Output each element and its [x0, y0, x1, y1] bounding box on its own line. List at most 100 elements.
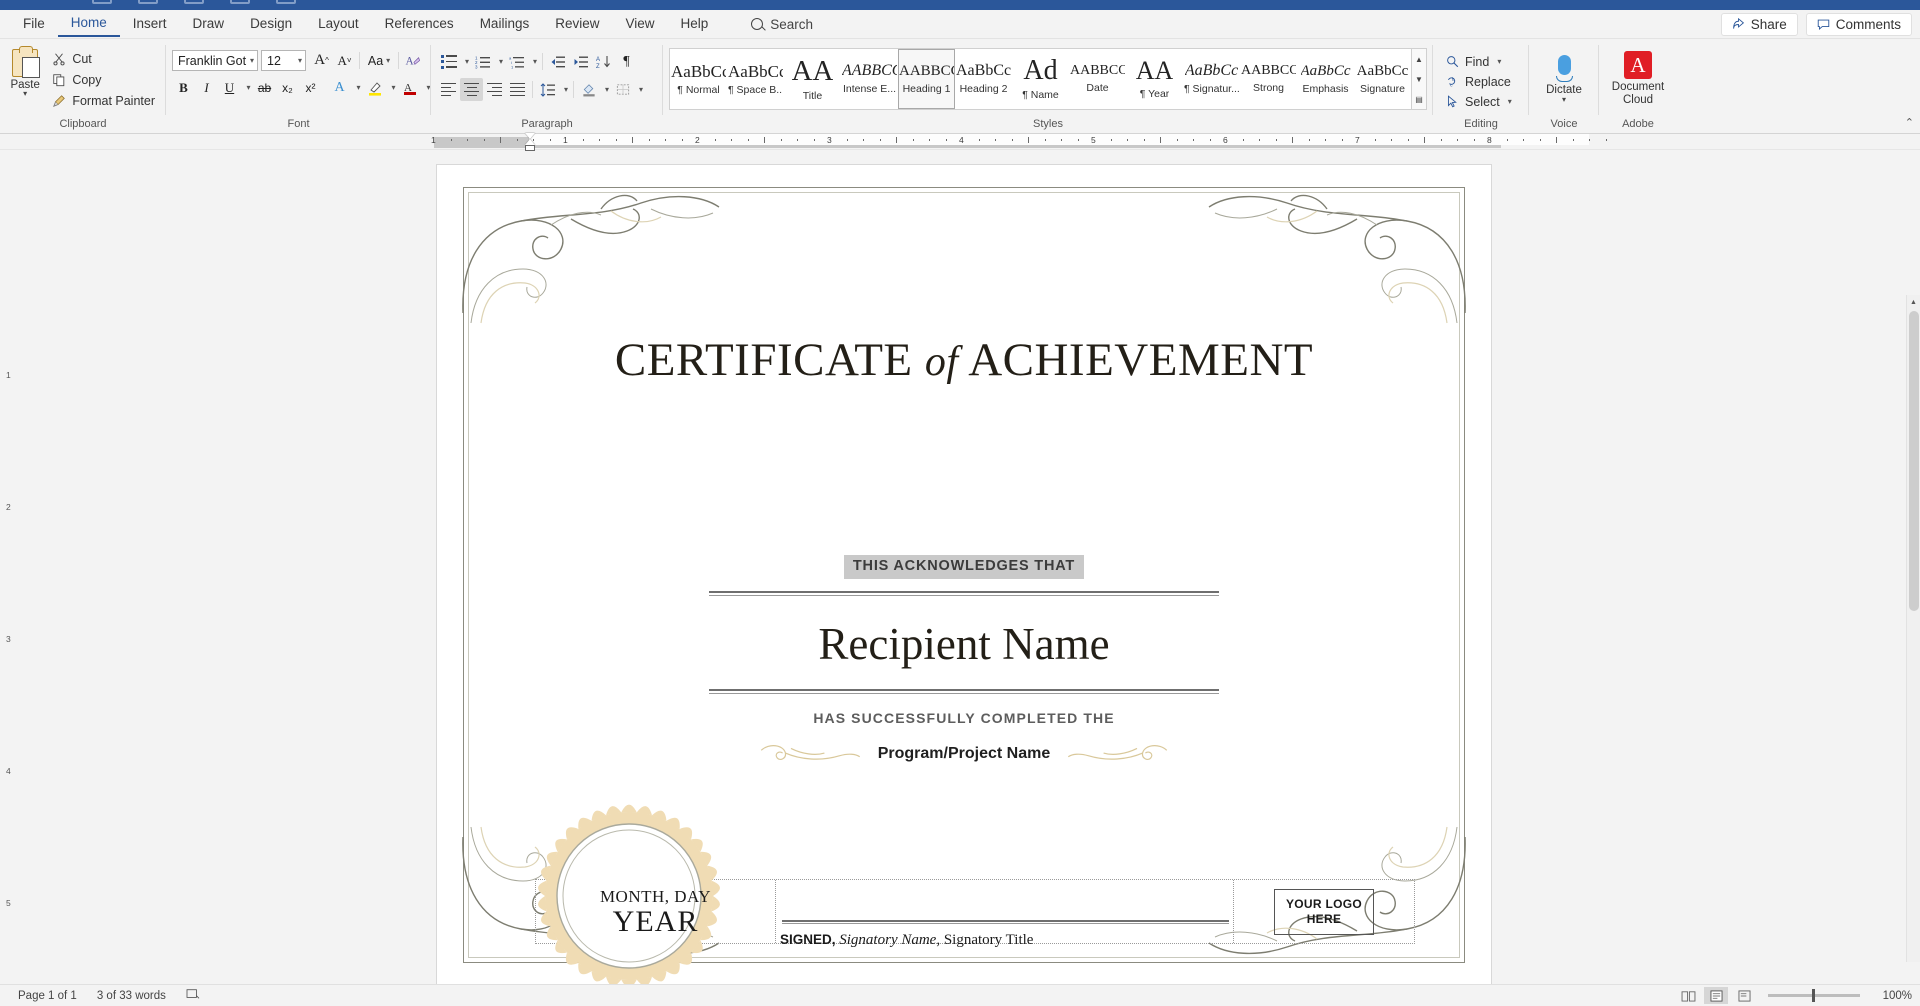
style-item-strong[interactable]: AABBCCStrong	[1240, 49, 1297, 109]
style-item-signature[interactable]: AaBbCcSignature	[1354, 49, 1411, 109]
font-size-input[interactable]: 12 ▾	[261, 50, 306, 71]
horizontal-ruler[interactable]: 112345678	[0, 134, 1920, 150]
numbering-button[interactable]: 1 2 3	[471, 50, 494, 73]
tab-review[interactable]: Review	[542, 12, 612, 36]
certificate-date[interactable]: MONTH, DAY YEAR	[600, 887, 711, 937]
style-item-heading-1[interactable]: AABBCCHeading 1	[898, 49, 955, 109]
find-button[interactable]: Find ▾	[1439, 52, 1523, 71]
borders-dropdown[interactable]: ▾	[634, 78, 645, 101]
qat-save-icon[interactable]	[92, 0, 112, 4]
font-color-button[interactable]: A	[398, 76, 421, 99]
word-count-status[interactable]: 3 of 33 words	[87, 990, 176, 1002]
chevron-down-icon[interactable]: ▾	[247, 56, 254, 65]
decrease-indent-button[interactable]	[546, 50, 569, 73]
increase-indent-button[interactable]	[569, 50, 592, 73]
signature-cell[interactable]: SIGNED, Signatory Name, Signatory Title	[776, 880, 1234, 943]
scrollbar-thumb[interactable]	[1909, 311, 1919, 611]
date-cell[interactable]: MONTH, DAY YEAR	[536, 880, 776, 943]
show-formatting-marks-button[interactable]: ¶	[615, 50, 638, 73]
select-dropdown-icon[interactable]: ▾	[1505, 97, 1512, 106]
signatory-text[interactable]: SIGNED, Signatory Name, Signatory Title	[780, 932, 1033, 949]
style-item-title[interactable]: AATitle	[784, 49, 841, 109]
tab-help[interactable]: Help	[668, 12, 722, 36]
proofing-status-icon[interactable]	[176, 988, 210, 1003]
qat-undo-icon[interactable]	[184, 0, 204, 4]
vertical-ruler[interactable]: 12345	[0, 295, 22, 962]
document-cloud-button[interactable]: A Document Cloud	[1610, 49, 1666, 109]
shading-dropdown[interactable]: ▾	[600, 78, 611, 101]
program-name[interactable]: Program/Project Name	[758, 745, 1171, 763]
underline-dropdown[interactable]: ▾	[241, 76, 253, 99]
tab-layout[interactable]: Layout	[305, 12, 372, 36]
tab-home[interactable]: Home	[58, 11, 120, 37]
logo-placeholder[interactable]: YOUR LOGO HERE	[1274, 889, 1374, 935]
logo-cell[interactable]: YOUR LOGO HERE	[1234, 880, 1414, 943]
bullets-button[interactable]	[437, 50, 460, 73]
style-item-name[interactable]: Ad¶ Name	[1012, 49, 1069, 109]
copy-button[interactable]: Copy	[48, 70, 160, 89]
styles-more-icon[interactable]: ▤	[1412, 89, 1426, 109]
style-item-date[interactable]: AABBCCDate	[1069, 49, 1126, 109]
grow-font-button[interactable]: A^	[310, 49, 333, 72]
styles-gallery[interactable]: AaBbCc¶ NormalAaBbCc¶ Space B...AATitleA…	[669, 48, 1412, 110]
tab-view[interactable]: View	[612, 12, 667, 36]
document-page[interactable]: CERTIFICATE of ACHIEVEMENT THIS ACKNOWLE…	[437, 165, 1491, 984]
align-left-button[interactable]	[437, 78, 460, 101]
bold-button[interactable]: B	[172, 76, 195, 99]
paste-dropdown-icon[interactable]: ▾	[23, 91, 27, 97]
select-button[interactable]: Select ▾	[1439, 92, 1523, 111]
line-spacing-dropdown[interactable]: ▾	[559, 78, 570, 101]
zoom-level[interactable]: 100%	[1872, 990, 1912, 1002]
style-item-year[interactable]: AA¶ Year	[1126, 49, 1183, 109]
style-item-heading-2[interactable]: AaBbCcHeading 2	[955, 49, 1012, 109]
multilevel-dropdown[interactable]: ▾	[528, 50, 539, 73]
highlight-dropdown[interactable]: ▾	[386, 76, 398, 99]
subscript-button[interactable]: x₂	[276, 76, 299, 99]
styles-scroll-down-icon[interactable]: ▼	[1412, 69, 1426, 89]
qat-redo-icon[interactable]	[230, 0, 250, 4]
borders-button[interactable]	[611, 78, 634, 101]
shrink-font-button[interactable]: A˅	[333, 49, 356, 72]
style-item-signatur[interactable]: AaBbCc¶ Signatur...	[1183, 49, 1240, 109]
superscript-button[interactable]: x²	[299, 76, 322, 99]
find-dropdown-icon[interactable]: ▾	[1494, 57, 1501, 66]
format-painter-button[interactable]: Format Painter	[48, 91, 160, 110]
style-item-emphasis[interactable]: AaBbCcEmphasis	[1297, 49, 1354, 109]
strikethrough-button[interactable]: ab	[253, 76, 276, 99]
share-button[interactable]: Share	[1721, 13, 1798, 36]
numbering-dropdown[interactable]: ▾	[494, 50, 505, 73]
acknowledges-text[interactable]: THIS ACKNOWLEDGES THAT	[844, 555, 1084, 579]
zoom-slider[interactable]	[1768, 994, 1860, 997]
search-box[interactable]: Search	[751, 17, 813, 32]
recipient-name[interactable]: Recipient Name	[437, 618, 1491, 670]
completed-text[interactable]: HAS SUCCESSFULLY COMPLETED THE	[437, 710, 1491, 726]
tab-references[interactable]: References	[372, 12, 467, 36]
style-item-space-b[interactable]: AaBbCc¶ Space B...	[727, 49, 784, 109]
collapse-ribbon-button[interactable]: ⌃	[1905, 116, 1914, 129]
dictate-button[interactable]: Dictate ▾	[1536, 53, 1592, 105]
text-effects-button[interactable]: A	[328, 76, 351, 99]
change-case-button[interactable]: Aa▾	[363, 49, 395, 72]
sort-button[interactable]: A Z	[592, 50, 615, 73]
web-layout-button[interactable]	[1732, 987, 1756, 1004]
justify-button[interactable]	[506, 78, 529, 101]
shading-button[interactable]	[577, 78, 600, 101]
tab-draw[interactable]: Draw	[180, 12, 238, 36]
dictate-dropdown-icon[interactable]: ▾	[1562, 97, 1566, 103]
tab-file[interactable]: File	[10, 12, 58, 36]
underline-button[interactable]: U	[218, 76, 241, 99]
align-center-button[interactable]	[460, 78, 483, 101]
styles-gallery-scroll[interactable]: ▲ ▼ ▤	[1412, 48, 1427, 110]
certificate-title[interactable]: CERTIFICATE of ACHIEVEMENT	[437, 333, 1491, 387]
font-name-input[interactable]: Franklin Gothic I ▾	[172, 50, 258, 71]
tab-insert[interactable]: Insert	[120, 12, 180, 36]
zoom-slider-handle[interactable]	[1812, 989, 1815, 1002]
multilevel-list-button[interactable]: a i 1	[505, 50, 528, 73]
tab-mailings[interactable]: Mailings	[467, 12, 543, 36]
replace-button[interactable]: bc Replace	[1439, 72, 1523, 91]
paste-button[interactable]: Paste ▾	[6, 47, 44, 97]
chevron-down-icon[interactable]: ▾	[295, 56, 302, 65]
styles-scroll-up-icon[interactable]: ▲	[1412, 49, 1426, 69]
scroll-up-icon[interactable]: ▲	[1907, 295, 1920, 309]
cut-button[interactable]: Cut	[48, 49, 160, 68]
